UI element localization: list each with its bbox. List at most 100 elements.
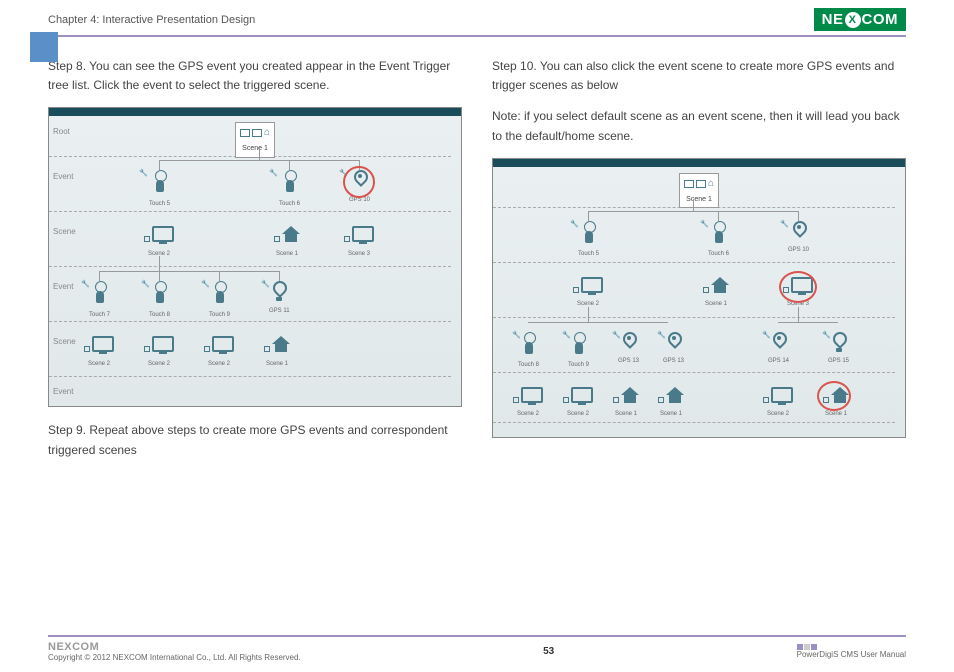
home-icon [621, 387, 639, 403]
checkbox-icon [204, 346, 210, 352]
gps-pin-icon [622, 332, 636, 350]
touch-icon [211, 281, 229, 303]
event-gps13[interactable]: 🔧 GPS 13 [618, 332, 639, 367]
event-gps11[interactable]: 🔧 GPS 11 [269, 281, 290, 316]
checkbox-icon [84, 346, 90, 352]
wrench-icon: 🔧 [762, 330, 771, 341]
event-touch7[interactable]: 🔧 Touch 7 [89, 281, 110, 320]
checkbox-icon [613, 397, 619, 403]
logo-part-1: NE [822, 11, 844, 28]
node-label: Touch 9 [568, 361, 589, 371]
event-gps14[interactable]: 🔧 GPS 14 [768, 332, 789, 367]
event-gps13b[interactable]: 🔧 GPS 13 [663, 332, 684, 367]
root-scene-label: Scene 1 [242, 145, 268, 152]
row-label-scene-2: Scene [53, 336, 76, 349]
node-label: Scene 2 [563, 410, 593, 420]
wrench-icon: 🔧 [201, 279, 210, 290]
checkbox-icon [344, 236, 350, 242]
row-label-event-2: Event [53, 281, 73, 294]
event-touch6[interactable]: 🔧 Touch 6 [708, 221, 729, 260]
node-label: Touch 8 [518, 361, 539, 371]
scene-node-home[interactable]: Scene 1 [264, 336, 290, 369]
event-touch8[interactable]: 🔧 Touch 8 [518, 332, 539, 371]
page-tab-icon [30, 32, 58, 62]
node-label: Scene 3 [344, 250, 374, 260]
event-touch9[interactable]: 🔧 Touch 9 [568, 332, 589, 371]
node-label: GPS 15 [828, 357, 849, 367]
event-gps15[interactable]: 🔧 GPS 15 [828, 332, 849, 367]
monitor-icon [352, 226, 374, 242]
touch-icon [281, 170, 299, 192]
event-touch5[interactable]: 🔧 Touch 5 [149, 170, 170, 209]
scene-node[interactable]: Scene 2 [763, 387, 793, 420]
node-label: Touch 6 [708, 250, 729, 260]
touch-icon [580, 221, 598, 243]
scene-node[interactable]: Scene 2 [204, 336, 234, 369]
root-scene-label: Scene 1 [686, 196, 712, 203]
manual-name: PowerDigiS CMS User Manual [797, 650, 906, 659]
event-touch5[interactable]: 🔧 Touch 5 [578, 221, 599, 260]
monitor-icon [521, 387, 543, 403]
scene-node-home[interactable]: Scene 1 [274, 226, 300, 259]
step-10-text: Step 10. You can also click the event sc… [492, 57, 906, 95]
scene-node[interactable]: Scene 3 [344, 226, 374, 259]
root-scene-box[interactable]: ⌂ Scene 1 [679, 173, 719, 208]
page-number: 53 [543, 646, 554, 657]
home-icon [711, 277, 729, 293]
checkbox-icon [563, 397, 569, 403]
scene-node[interactable]: Scene 2 [84, 336, 114, 369]
home-icon: ⌂ [708, 176, 714, 192]
highlight-circle [817, 381, 851, 411]
home-icon [282, 226, 300, 242]
event-gps10[interactable]: 🔧 GPS 10 [788, 221, 809, 256]
row-label-event-3: Event [53, 386, 73, 399]
scene-node[interactable]: Scene 2 [513, 387, 543, 420]
node-label: Scene 1 [703, 300, 729, 310]
node-label: Scene 1 [264, 360, 290, 370]
node-label: Scene 2 [204, 360, 234, 370]
scene-node[interactable]: Scene 2 [573, 277, 603, 310]
scene-node[interactable]: Scene 2 [144, 226, 174, 259]
scene-node[interactable]: Scene 2 [563, 387, 593, 420]
checkbox-icon [144, 236, 150, 242]
root-scene-box[interactable]: ⌂ Scene 1 [235, 122, 275, 157]
checkbox-icon [763, 397, 769, 403]
checkbox-icon [658, 397, 664, 403]
wrench-icon: 🔧 [269, 168, 278, 179]
checkbox-icon [703, 287, 709, 293]
row-label-root: Root [53, 126, 70, 139]
node-label: Scene 1 [823, 410, 849, 420]
right-column: Step 10. You can also click the event sc… [492, 57, 906, 472]
wrench-icon: 🔧 [612, 330, 621, 341]
event-touch9[interactable]: 🔧 Touch 9 [209, 281, 230, 320]
scene-node[interactable]: Scene 2 [144, 336, 174, 369]
wrench-icon: 🔧 [141, 279, 150, 290]
gps-pin-icon [772, 332, 786, 350]
scene-node-home[interactable]: Scene 1 [613, 387, 639, 420]
note-text: Note: if you select default scene as an … [492, 107, 906, 145]
node-label: Touch 8 [149, 311, 170, 321]
monitor-icon [92, 336, 114, 352]
node-label: Scene 2 [84, 360, 114, 370]
node-label: Scene 1 [613, 410, 639, 420]
home-icon [272, 336, 290, 352]
node-label: Touch 9 [209, 311, 230, 321]
monitor-icon [152, 336, 174, 352]
row-label-scene: Scene [53, 226, 76, 239]
touch-icon [151, 170, 169, 192]
event-touch8[interactable]: 🔧 Touch 8 [149, 281, 170, 320]
scene-node-home[interactable]: Scene 1 [658, 387, 684, 420]
wrench-icon: 🔧 [139, 168, 148, 179]
checkbox-icon [513, 397, 519, 403]
scene-node-home[interactable]: Scene 1 [703, 277, 729, 310]
nexcom-logo: NE X COM [814, 8, 906, 31]
wrench-icon: 🔧 [822, 330, 831, 341]
logo-part-2: COM [862, 11, 899, 28]
touch-icon [710, 221, 728, 243]
event-touch6[interactable]: 🔧 Touch 6 [279, 170, 300, 209]
step-9-text: Step 9. Repeat above steps to create mor… [48, 421, 462, 459]
touch-icon [151, 281, 169, 303]
wrench-icon: 🔧 [261, 279, 270, 290]
checkbox-icon [264, 346, 270, 352]
gps-pin-icon [667, 332, 681, 350]
